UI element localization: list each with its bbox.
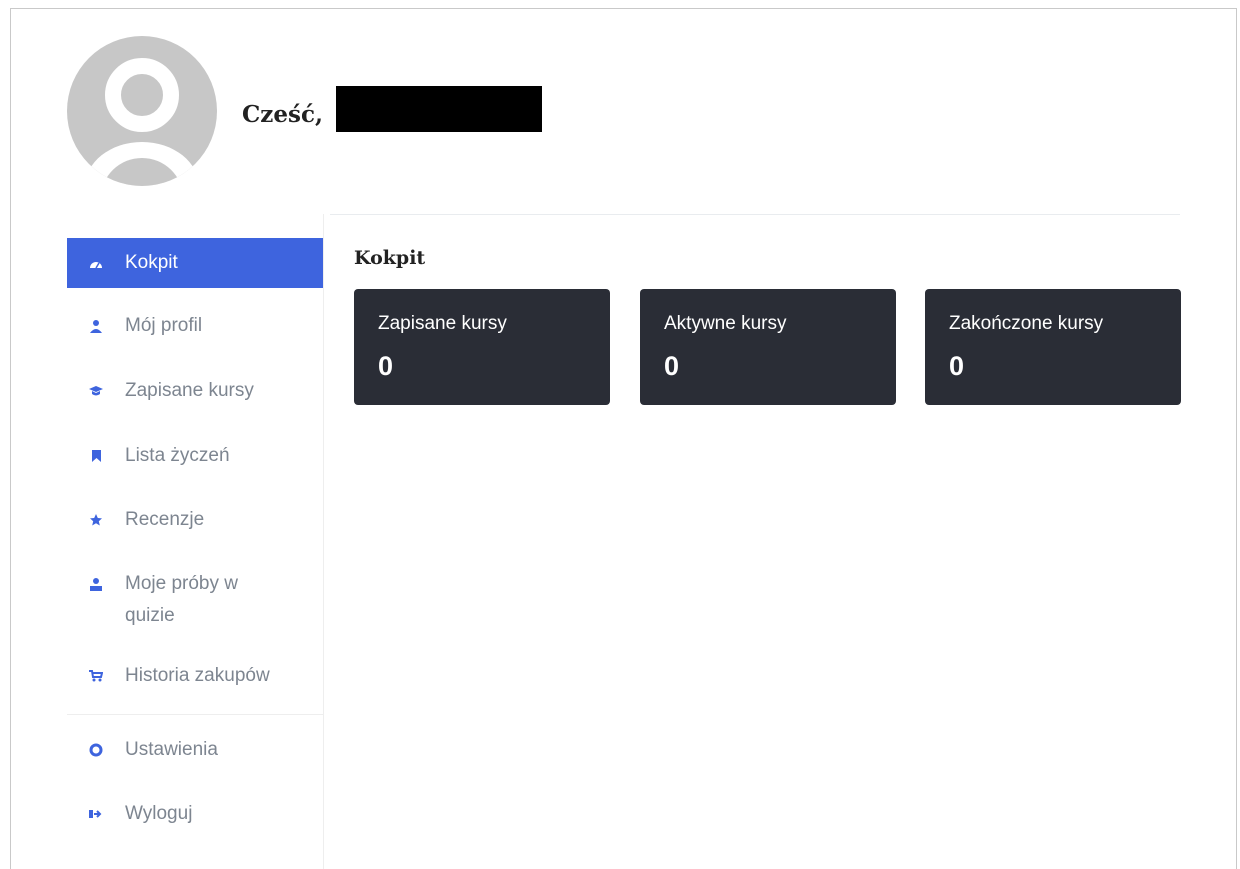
dashboard-icon [89, 256, 103, 270]
sidebar-nav: Kokpit Mój profil Zapisane kursy Lista ż… [67, 214, 324, 869]
stat-label: Aktywne kursy [664, 313, 787, 334]
cart-icon [89, 669, 103, 683]
greeting-text: Cześć, [242, 101, 323, 128]
sidebar-item-enrolled-courses[interactable]: Zapisane kursy [67, 375, 323, 407]
sidebar-item-label: Moje próby w quizie [125, 573, 238, 626]
redacted-username [336, 86, 542, 132]
bookmark-icon [89, 449, 103, 463]
quiz-attempts-icon [89, 577, 103, 591]
sidebar-item-label: Ustawienia [125, 739, 218, 760]
stat-label: Zakończone kursy [949, 313, 1104, 334]
logout-icon [89, 807, 103, 821]
divider [330, 214, 1180, 215]
page-title: Kokpit [354, 247, 426, 269]
stat-card-completed: Zakończone kursy 0 [925, 289, 1181, 405]
sidebar-item-label: Lista życzeń [125, 445, 230, 466]
sidebar-item-logout[interactable]: Wyloguj [67, 798, 323, 830]
stat-value: 0 [664, 351, 680, 381]
graduation-cap-icon [89, 384, 103, 398]
sidebar-divider [67, 714, 323, 715]
sidebar-item-kokpit[interactable]: Kokpit [67, 238, 323, 288]
sidebar-item-label: Recenzje [125, 509, 205, 530]
avatar-shoulders-shape [85, 142, 199, 186]
sidebar-item-reviews[interactable]: Recenzje [67, 504, 323, 536]
avatar-head-shape [105, 58, 179, 132]
sidebar-item-label: Mój profil [125, 315, 203, 336]
avatar[interactable] [67, 36, 217, 186]
gear-icon [89, 743, 103, 757]
sidebar-item-profile[interactable]: Mój profil [67, 310, 323, 342]
sidebar-item-label: Kokpit [125, 252, 178, 273]
stat-card-active: Aktywne kursy 0 [640, 289, 896, 405]
stat-value: 0 [949, 351, 965, 381]
sidebar-item-label: Wyloguj [125, 803, 193, 824]
stat-card-enrolled: Zapisane kursy 0 [354, 289, 610, 405]
sidebar-item-purchase-history[interactable]: Historia zakupów [67, 660, 323, 692]
sidebar-item-settings[interactable]: Ustawienia [67, 734, 323, 766]
sidebar-item-quiz-attempts[interactable]: Moje próby w quizie [67, 568, 287, 632]
sidebar-item-label: Zapisane kursy [125, 380, 254, 401]
user-icon [89, 319, 103, 333]
stat-label: Zapisane kursy [378, 313, 507, 334]
sidebar-item-wishlist[interactable]: Lista życzeń [67, 440, 323, 472]
star-review-icon [89, 513, 103, 527]
stat-value: 0 [378, 351, 394, 381]
sidebar-item-label: Historia zakupów [125, 665, 270, 686]
